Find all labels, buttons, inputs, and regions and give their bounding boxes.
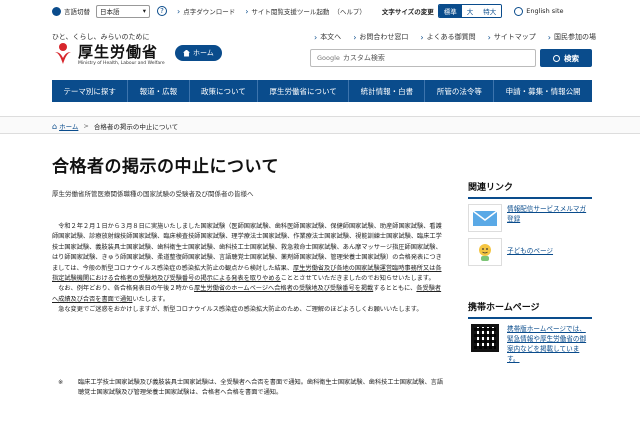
home-icon — [183, 49, 190, 57]
nav-item-themes[interactable]: テーマ別に探す — [52, 80, 129, 102]
qr-code — [471, 324, 499, 352]
header-link-label: よくある御質問 — [426, 33, 476, 41]
utility-bar: 言語切替 日本語 ▾ ? › 点字ダウンロード › サイト閲覧支援ツール起動 （ヘル… — [0, 0, 640, 22]
chevron-right-icon: › — [420, 32, 424, 42]
home-button-label: ホーム — [193, 49, 214, 57]
braille-download-label: 点字ダウンロード — [183, 8, 236, 16]
nav-item-policy[interactable]: 政策について — [190, 80, 259, 102]
global-nav: テーマ別に探す 報道・広報 政策について 厚生労働省について 統計情報・白書 所… — [52, 80, 592, 102]
paragraph-text: いたします。 — [132, 295, 169, 303]
fontsize-label: 文字サイズの変更 — [381, 8, 434, 16]
breadcrumb-home-link[interactable]: ホーム — [59, 121, 78, 131]
english-site-link[interactable]: English site — [514, 6, 564, 16]
language-label: 言語切替 — [64, 8, 90, 16]
chevron-right-icon: › — [547, 32, 551, 42]
page-subtitle: 厚生労働省所管医療関係職種の国家試験の受験者及び関係者の皆様へ — [52, 190, 254, 198]
nav-item-laws[interactable]: 所管の法令等 — [425, 80, 495, 102]
nav-item-applications[interactable]: 申請・募集・情報公開 — [494, 80, 592, 102]
fontsize-standard-button[interactable]: 標準 — [438, 5, 462, 17]
search-placeholder: カスタム検索 — [342, 54, 385, 62]
chevron-right-icon: › — [487, 32, 491, 42]
nav-item-press[interactable]: 報道・広報 — [128, 80, 190, 102]
paragraph-text: 急な変更でご迷惑をおかけしますが、新型コロナウイルス感染症の感染拡大防止のため、… — [58, 306, 423, 314]
nav-item-statistics[interactable]: 統計情報・白書 — [349, 80, 426, 102]
header-link-participation[interactable]: › 国民参加の場 — [548, 32, 596, 42]
google-label: Google — [317, 54, 340, 62]
language-value: 日本語 — [100, 8, 120, 16]
site-logo-text[interactable]: 厚生労働省 — [78, 41, 158, 62]
fontsize-xlarge-button[interactable]: 特大 — [478, 5, 502, 17]
paragraph-text: するとともに、 — [373, 285, 417, 293]
related-link-label: 情報配信サービスメルマガ登録 — [507, 205, 587, 223]
fontsize-large-button[interactable]: 大 — [461, 5, 479, 17]
breadcrumb-separator: > — [83, 122, 89, 130]
search-button[interactable]: 検索 — [540, 49, 592, 67]
related-link-mailmag[interactable]: 情報配信サービスメルマガ登録 — [468, 204, 591, 232]
header-link-main-content[interactable]: › 本文へ — [314, 32, 341, 42]
home-button[interactable]: ホーム — [175, 45, 222, 61]
ministry-logo-icon[interactable] — [52, 42, 74, 66]
child-icon — [479, 244, 491, 261]
related-links-heading: 関連リンク — [468, 180, 592, 199]
mobile-site-text: 携帯版ホームページでは、緊急情報や厚生労働省の御案内などを掲載しています。 — [507, 325, 587, 363]
home-icon: ⌂ — [52, 121, 58, 131]
chevron-right-icon: › — [313, 32, 318, 42]
breadcrumb-current: 合格者の掲示の中止について — [93, 123, 179, 131]
paragraph-text: なお、例年どおり、各合格発表日の午後２時から — [58, 285, 195, 293]
globe-icon — [514, 6, 524, 16]
header-link-sitemap[interactable]: › サイトマップ — [488, 32, 536, 42]
page-title: 合格者の掲示の中止について — [52, 157, 279, 177]
globe-icon — [52, 6, 61, 16]
announcement-paragraph: なお、例年どおり、各合格発表日の午後２時から厚生労働省のホームページへ合格者の受… — [52, 284, 447, 305]
header-link-label: 国民参加の場 — [554, 33, 596, 41]
footnote-text: 臨床工学技士国家試験及び義肢装具士国家試験は、全受験者へ合否を書面で通知。歯科衛… — [78, 379, 444, 397]
accessibility-tool-label: サイト閲覧支援ツール起動 — [251, 8, 330, 16]
announcement-paragraph: 令和２年２月１日から３月８日に実施いたしました国家試験（医師国家試験、歯科医師国… — [52, 222, 447, 284]
search-button-label: 検索 — [564, 53, 579, 63]
envelope-icon — [472, 210, 498, 226]
related-link-label: 子どものページ — [507, 247, 554, 255]
search-input[interactable]: Google カスタム検索 — [310, 49, 536, 67]
breadcrumb-bar: ⌂ ホーム > 合格者の掲示の中止について — [0, 116, 640, 134]
header-link-label: 本文へ — [320, 33, 342, 41]
header-link-label: サイトマップ — [493, 33, 536, 41]
help-icon[interactable]: ? — [157, 6, 167, 16]
paragraph-text: こととさせていただきましたのでお知らせいたします。 — [280, 275, 435, 283]
qr-code-icon — [468, 324, 502, 352]
chevron-right-icon: › — [353, 32, 357, 42]
chevron-right-icon: › — [245, 6, 249, 16]
chevron-right-icon: › — [177, 6, 181, 16]
nav-item-about[interactable]: 厚生労働省について — [258, 80, 350, 102]
header-link-faq[interactable]: › よくある御質問 — [420, 32, 475, 42]
mobile-site-block[interactable]: 携帯版ホームページでは、緊急情報や厚生労働省の御案内などを掲載しています。 — [468, 324, 591, 364]
language-select[interactable]: 日本語 ▾ — [96, 4, 150, 18]
site-logo-english: Ministry of Health, Labour and Welfare — [78, 61, 165, 66]
english-site-label: English site — [526, 7, 564, 15]
accessibility-tool-link[interactable]: › サイト閲覧支援ツール起動 — [245, 6, 330, 17]
related-link-kids[interactable]: 子どものページ — [468, 238, 591, 266]
underlined-text: 厚生労働省のホームページへ合格者の受験地及び受験番号を掲載 — [194, 285, 374, 293]
header-link-label: お問合わせ窓口 — [359, 33, 409, 41]
header-link-contact[interactable]: › お問合わせ窓口 — [353, 32, 408, 42]
announcement-body: 令和２年２月１日から３月８日に実施いたしました国家試験（医師国家試験、歯科医師国… — [52, 222, 447, 316]
language-switcher: 言語切替 — [52, 6, 90, 16]
footnote: ※ 臨床工学技士国家試験及び義肢装具士国家試験は、全受験者へ合否を書面で通知。歯… — [58, 378, 448, 399]
mail-icon — [468, 204, 502, 232]
search-icon — [553, 54, 560, 62]
chevron-down-icon: ▾ — [142, 7, 146, 15]
footnote-mark: ※ — [58, 379, 64, 386]
site-header: ひと、くらし、みらいのために 厚生労働省 Ministry of Health,… — [0, 24, 640, 76]
header-links: › 本文へ › お問合わせ窓口 › よくある御質問 › サイトマップ › 国民参加の場 — [302, 32, 596, 42]
breadcrumb: ⌂ ホーム > 合格者の掲示の中止について — [52, 121, 179, 132]
braille-download-link[interactable]: › 点字ダウンロード — [177, 6, 236, 17]
fontsize-switcher: 標準 大 特大 — [437, 4, 503, 18]
mobile-site-heading: 携帯ホームページ — [468, 300, 592, 319]
help-link[interactable]: （ヘルプ） — [333, 6, 366, 16]
kids-page-icon — [468, 238, 502, 266]
announcement-paragraph: 急な変更でご迷惑をおかけしますが、新型コロナウイルス感染症の感染拡大防止のため、… — [52, 305, 447, 315]
